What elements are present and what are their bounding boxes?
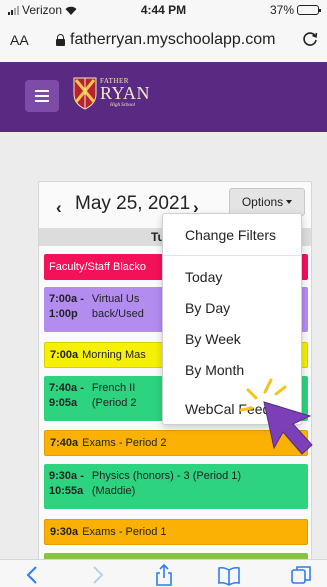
logo-line-2: RYAN — [100, 83, 151, 103]
menu-item-today[interactable]: Today — [185, 269, 222, 285]
tabs-icon[interactable] — [290, 564, 312, 586]
options-label: Options — [241, 195, 284, 209]
share-icon[interactable] — [153, 564, 175, 586]
reload-icon[interactable] — [301, 30, 319, 48]
lock-icon — [56, 34, 65, 46]
battery-icon — [297, 5, 321, 15]
logo-text: FATHER RYAN High School — [100, 78, 151, 109]
text-size-label: AA — [10, 32, 29, 48]
event-time: 9:30a — [50, 526, 79, 538]
caret-down-icon — [286, 200, 293, 204]
event-time: 7:40a - 9:05a — [49, 381, 84, 416]
menu-item-by-day[interactable]: By Day — [185, 300, 230, 316]
address-bar: AA fatherryan.myschoolapp.com — [0, 20, 327, 62]
menu-divider — [163, 255, 301, 256]
event-title-line: French II — [91, 382, 136, 394]
event-title: Virtual Us back/Used — [92, 292, 144, 327]
url-text: fatherryan.myschoolapp.com — [70, 31, 276, 48]
text-size-button[interactable]: AA — [10, 32, 29, 48]
event-title: Physics (honors) - 3 (Period 1) (Maddie) — [92, 469, 241, 504]
event-time-start: 7:00a - — [49, 293, 84, 305]
pointer-cursor-icon — [240, 378, 313, 455]
event-time-end: 1:00p — [49, 308, 78, 320]
bookmarks-icon[interactable] — [218, 564, 240, 586]
event-time: 7:00a - 1:00p — [49, 292, 84, 327]
event-time: 7:00a — [50, 349, 79, 361]
menu-item-by-week[interactable]: By Week — [185, 331, 241, 347]
event-title-line: (Maddie) — [91, 485, 136, 497]
menu-item-change-filters[interactable]: Change Filters — [185, 227, 276, 243]
event-time-start: 9:30a - — [49, 470, 84, 482]
calendar-event[interactable]: 9:30a - 10:55a Physics (honors) - 3 (Per… — [44, 464, 308, 509]
options-button[interactable]: Options — [229, 188, 305, 216]
logo-line-3: High School — [110, 103, 135, 108]
event-time-start: 7:40a - — [49, 382, 84, 394]
calendar-date: May 25, 2021 — [75, 193, 191, 214]
event-title: French II (Period 2 — [92, 381, 137, 416]
battery-group: 37% — [269, 3, 321, 17]
event-title: Morning Mas — [82, 349, 146, 361]
event-time-end: 10:55a — [49, 485, 84, 497]
event-title: Exams - Period 2 — [82, 437, 167, 449]
event-title-line: back/Used — [91, 308, 144, 320]
event-title-line: (Period 2 — [91, 397, 137, 409]
event-title: Faculty/Staff Blacko — [49, 261, 147, 273]
school-logo[interactable]: FATHER RYAN High School — [72, 76, 150, 110]
event-title-line: Virtual Us — [91, 293, 140, 305]
site-header: FATHER RYAN High School — [0, 62, 327, 132]
url-field[interactable]: fatherryan.myschoolapp.com — [56, 31, 275, 49]
forward-icon[interactable] — [86, 564, 108, 586]
event-time-end: 9:05a — [49, 397, 78, 409]
browser-toolbar — [0, 559, 327, 587]
crest-icon — [73, 77, 97, 110]
event-time: 7:40a — [50, 437, 79, 449]
previous-day-button[interactable]: ‹ — [56, 198, 62, 218]
back-icon[interactable] — [22, 564, 44, 586]
calendar-event[interactable]: 9:30a Exams - Period 1 — [44, 519, 308, 545]
hamburger-menu-button[interactable] — [25, 80, 59, 112]
event-time: 9:30a - 10:55a — [49, 469, 84, 504]
status-bar: Verizon 4:44 PM 37% — [0, 0, 327, 20]
event-title: Exams - Period 1 — [82, 526, 167, 538]
menu-item-by-month[interactable]: By Month — [185, 362, 244, 378]
battery-percent: 37% — [269, 3, 294, 17]
event-title-line: Physics (honors) - 3 (Period 1) — [91, 470, 242, 482]
